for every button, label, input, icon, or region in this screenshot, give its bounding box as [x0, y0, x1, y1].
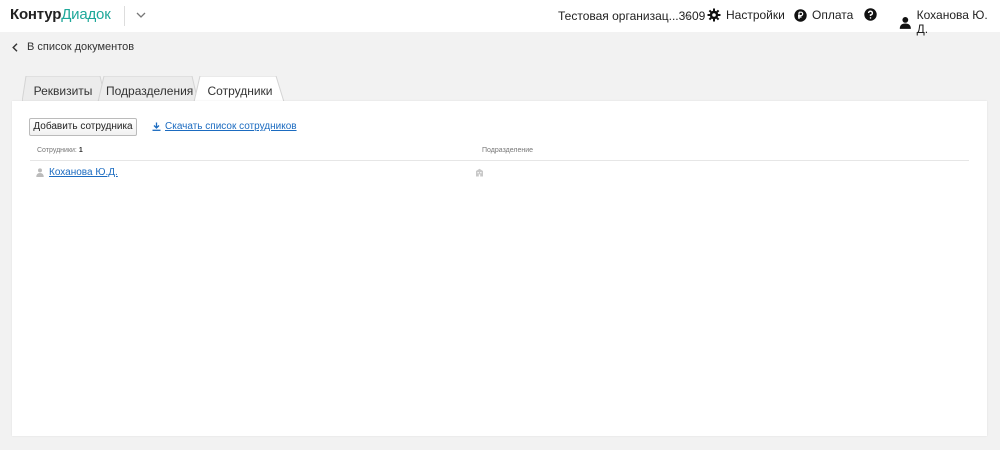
logo-product: Диадок: [61, 6, 111, 23]
table-header-divider: [30, 160, 969, 161]
payment-label: Оплата: [812, 8, 854, 22]
table-row: Коханова Ю.Д.: [36, 167, 118, 178]
user-icon: [899, 16, 911, 29]
app-logo[interactable]: КонтурДиадок: [10, 6, 111, 23]
tab-bar: Реквизиты Подразделения Сотрудники: [22, 76, 292, 102]
settings-link[interactable]: Настройки: [707, 8, 785, 22]
payment-link[interactable]: Оплата: [794, 8, 853, 22]
help-button[interactable]: [864, 8, 882, 21]
settings-label: Настройки: [726, 8, 785, 22]
chevron-down-icon[interactable]: [134, 8, 148, 22]
chevron-down-icon[interactable]: [683, 12, 692, 21]
person-icon: [36, 168, 44, 177]
ruble-icon: [794, 8, 807, 22]
download-employees-link[interactable]: Скачать список сотрудников: [152, 121, 297, 132]
department-icon: [476, 168, 483, 177]
tab-employees[interactable]: Сотрудники: [202, 76, 278, 102]
department-column-header: Подразделение: [482, 147, 534, 154]
back-label: В список документов: [27, 41, 135, 53]
user-menu[interactable]: Коханова Ю. Д.: [899, 8, 1000, 36]
back-to-documents-link[interactable]: В список документов: [12, 41, 134, 53]
top-header: КонтурДиадок Тестовая организац...3609 Н…: [0, 0, 1000, 36]
gear-icon: [707, 8, 721, 22]
tab-label: Сотрудники: [207, 84, 273, 98]
tab-requisites[interactable]: Реквизиты: [28, 76, 98, 102]
add-employee-button[interactable]: Добавить сотрудника: [29, 118, 137, 136]
help-icon: [864, 8, 877, 21]
employees-header-label: Сотрудники:: [37, 147, 77, 154]
header-divider: [124, 6, 125, 26]
tab-departments[interactable]: Подразделения: [106, 76, 194, 102]
employees-column-header: Сотрудники: 1: [37, 147, 83, 154]
download-icon: [152, 122, 161, 131]
employee-name-link[interactable]: Коханова Ю.Д.: [49, 167, 118, 178]
user-name: Коханова Ю. Д.: [916, 8, 988, 36]
logo-brand: Контур: [10, 6, 62, 23]
employees-count: 1: [78, 147, 83, 154]
download-label: Скачать список сотрудников: [165, 121, 297, 132]
tab-label: Подразделения: [106, 84, 194, 98]
chevron-left-icon: [12, 42, 18, 52]
tab-label: Реквизиты: [33, 84, 93, 98]
